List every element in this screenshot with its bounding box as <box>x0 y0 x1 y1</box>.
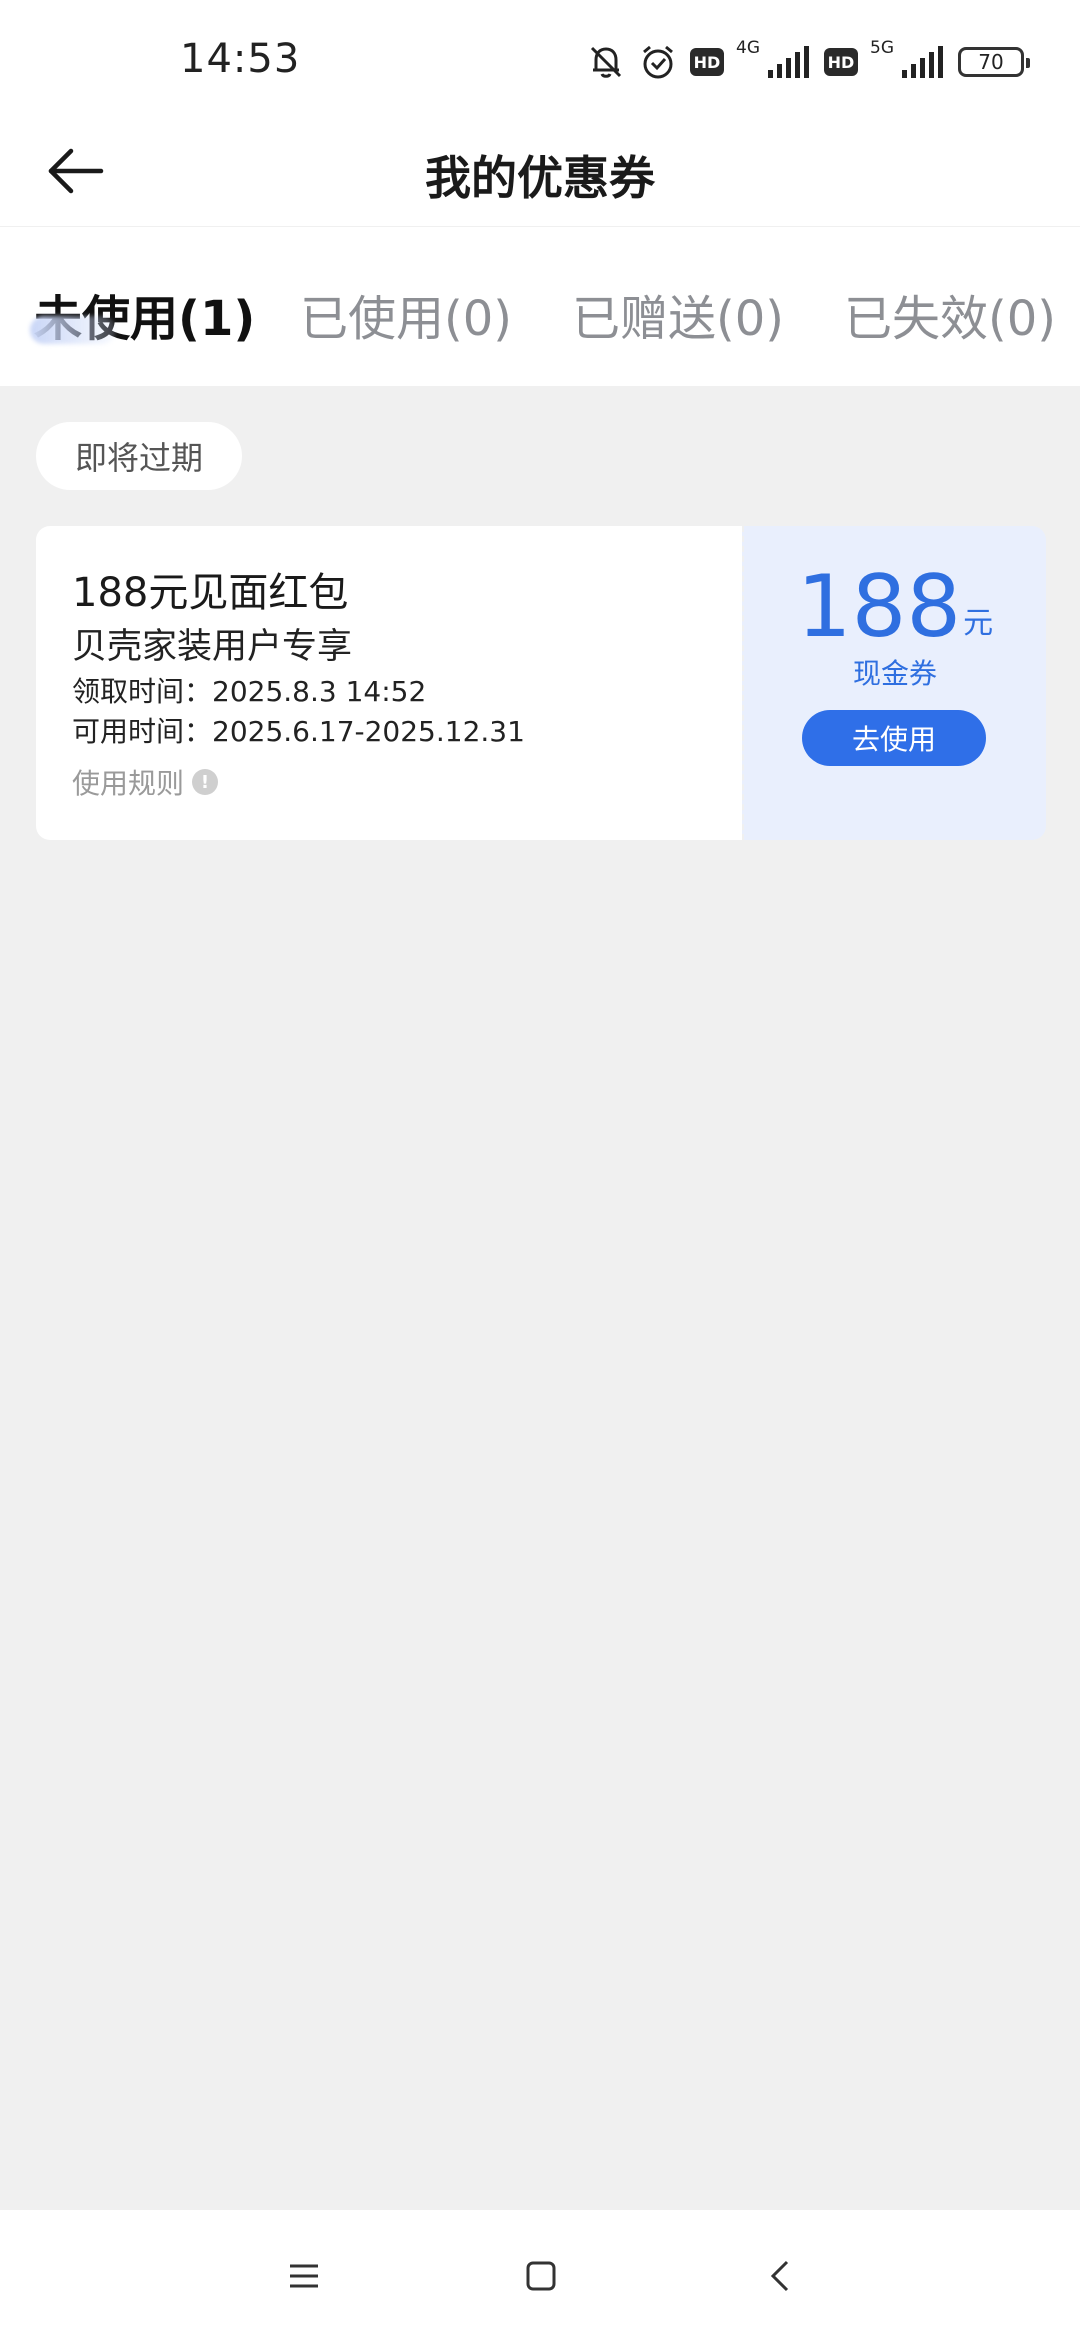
usage-rules-link[interactable]: 使用规则 ! <box>72 760 742 804</box>
menu-icon <box>288 2262 320 2294</box>
coupon-subtitle: 贝壳家装用户专享 <box>72 627 353 667</box>
chevron-left-icon <box>769 2259 791 2297</box>
coupon-type: 现金券 <box>852 657 937 690</box>
network-type-label: 4G <box>736 38 760 58</box>
hd-badge: HD <box>690 48 724 76</box>
menu-button[interactable] <box>276 2250 332 2306</box>
coupon-amount-unit: 元 <box>963 606 994 641</box>
alarm-clock-icon <box>638 42 678 82</box>
network-type-label-2: 5G <box>870 38 894 58</box>
system-nav-bar <box>0 2210 1080 2340</box>
battery-indicator: 70 <box>958 47 1030 77</box>
tab-expired[interactable]: 已失效(0) <box>844 279 1056 349</box>
coupon-valid-time: 可用时间：2025.6.17-2025.12.31 <box>72 715 525 748</box>
hd-badge-2: HD <box>824 48 858 76</box>
status-icons: HD 4G HD 5G 70 <box>586 38 1030 86</box>
tab-used[interactable]: 已使用(0) <box>300 279 512 349</box>
nav-bar: 我的优惠券 <box>0 120 1080 226</box>
use-coupon-button[interactable]: 去使用 <box>802 710 986 766</box>
expiring-soon-chip: 即将过期 <box>36 422 242 490</box>
coupon-card[interactable]: 188元见面红包 贝壳家装用户专享 领取时间：2025.8.3 14:52 可用… <box>36 526 1046 840</box>
coupon-title: 188元见面红包 <box>72 570 349 616</box>
coupon-value-panel: 188 元 现金券 去使用 <box>742 526 1046 840</box>
info-icon: ! <box>192 769 219 795</box>
mute-bell-icon <box>586 42 626 82</box>
usage-rules-label: 使用规则 <box>72 767 185 800</box>
home-square-icon <box>526 2261 556 2295</box>
system-back-button[interactable] <box>752 2250 808 2306</box>
active-tab-indicator <box>30 316 116 344</box>
status-bar: 14:53 HD 4G HD 5G 70 <box>0 0 1080 120</box>
coupon-amount: 188 元 <box>744 562 1046 652</box>
page-title: 我的优惠券 <box>425 151 655 205</box>
home-button[interactable] <box>513 2250 569 2306</box>
tab-bar: 未使用(1) 已使用(0) 已赠送(0) 已失效(0) <box>0 226 1080 386</box>
status-time: 14:53 <box>180 36 301 82</box>
coupon-received-time: 领取时间：2025.8.3 14:52 <box>72 675 427 708</box>
coupon-amount-value: 188 <box>796 557 962 657</box>
coupon-details: 188元见面红包 贝壳家装用户专享 领取时间：2025.8.3 14:52 可用… <box>36 526 742 840</box>
signal-strength-icon <box>766 46 812 78</box>
signal-strength-icon-2 <box>900 46 946 78</box>
tab-gifted[interactable]: 已赠送(0) <box>572 279 784 349</box>
